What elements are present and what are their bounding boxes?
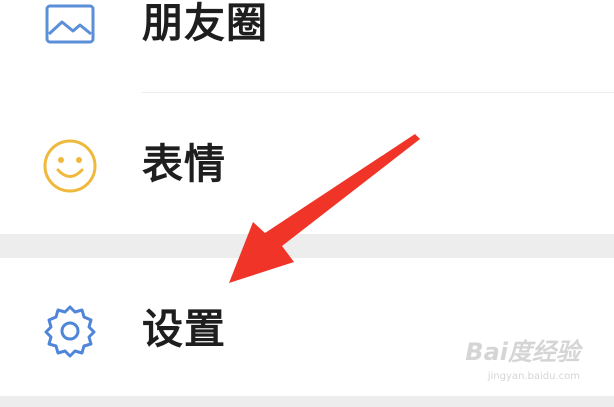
section-separator: [0, 396, 614, 407]
image-icon: [40, 0, 100, 54]
menu-item-stickers[interactable]: 表情: [0, 93, 614, 234]
menu-item-moments[interactable]: 朋友圈: [0, 0, 614, 93]
gear-icon: [40, 300, 100, 360]
menu-item-label: 设置: [142, 305, 226, 353]
menu-item-label: 表情: [142, 140, 226, 188]
settings-menu-screen: 朋友圈 表情 设置 Bai度经验 jingyan.baidu.com: [0, 0, 614, 407]
watermark: Bai度经验 jingyan.baidu.com: [460, 340, 580, 382]
smiley-icon: [40, 136, 100, 196]
watermark-logo: Bai度经验: [465, 338, 580, 366]
menu-item-label: 朋友圈: [142, 0, 268, 47]
watermark-url: jingyan.baidu.com: [487, 371, 580, 382]
section-separator: [0, 234, 614, 258]
